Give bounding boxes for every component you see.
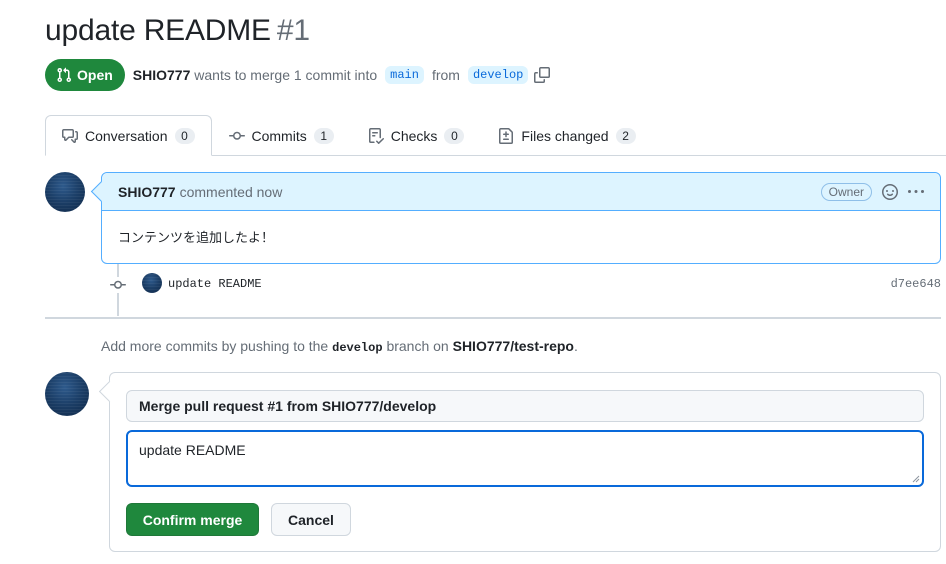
tab-commits-count: 1 [313,127,334,144]
commit-author-avatar[interactable] [142,273,162,293]
pr-tabs: Conversation 0 Commits 1 Checks 0 Files … [45,115,946,156]
git-commit-icon [228,131,245,140]
owner-badge: Owner [820,182,872,201]
merge-title-input[interactable]: Merge pull request #1 from SHIO777/devel… [126,390,924,422]
comment-discussion-icon [62,128,78,143]
comment-author-link[interactable]: SHIO777 [118,184,176,200]
tab-conversation-count: 0 [174,127,195,144]
merge-message-text: update README [139,442,246,458]
tab-checks[interactable]: Checks 0 [351,115,482,156]
tab-conversation-label: Conversation [85,127,168,144]
state-label: Open [77,67,113,83]
push-hint-prefix: Add more commits by pushing to the [101,338,329,354]
tab-conversation[interactable]: Conversation 0 [45,115,212,156]
resize-grip-icon[interactable] [912,475,920,483]
push-hint-middle: branch on [386,338,449,354]
avatar[interactable] [45,172,85,212]
tab-commits[interactable]: Commits 1 [212,115,351,156]
pr-meta: Open SHIO777 wants to merge 1 commit int… [45,59,551,91]
confirm-merge-button[interactable]: Confirm merge [126,503,259,536]
pr-title-text: update README [45,14,271,47]
repo-link[interactable]: SHIO777/test-repo [453,338,574,354]
kebab-horizontal-icon[interactable] [908,184,924,200]
comment-body: コンテンツを追加したよ！ [118,231,275,246]
comment-action[interactable]: commented now [180,184,283,200]
tab-files-changed-label: Files changed [521,127,609,144]
from-text: from [431,67,460,83]
push-hint: Add more commits by pushing to the devel… [101,338,578,355]
timeline-divider [45,317,941,319]
tab-files-changed-count: 2 [615,127,636,144]
tab-checks-count: 0 [444,127,465,144]
checklist-icon [368,127,384,144]
push-hint-suffix: . [573,338,578,354]
merge-box: Merge pull request #1 from SHIO777/devel… [109,372,941,552]
comment-box: SHIO777 commented now Owner コンテンツを追加したよ！ [101,172,941,264]
merge-text: wants to merge 1 commit into [194,67,378,83]
file-diff-icon [499,127,514,144]
current-user-avatar[interactable] [45,372,89,416]
copy-icon[interactable] [534,67,551,83]
commit-message-link[interactable]: update README [168,277,262,291]
comment-header: SHIO777 commented now Owner [102,173,940,211]
merge-message-textarea[interactable]: update README [126,430,924,487]
smiley-icon[interactable] [882,183,898,200]
head-branch-label[interactable]: develop [467,66,529,84]
pr-author-link[interactable]: SHIO777 [133,67,191,83]
git-commit-icon [110,277,126,293]
state-badge: Open [45,59,125,91]
base-branch-label[interactable]: main [385,66,424,84]
tab-checks-label: Checks [390,127,438,144]
pr-number: #1 [276,14,310,47]
git-pull-request-icon [57,67,72,83]
commit-sha-link[interactable]: d7ee648 [891,277,941,291]
pr-title: update README #1 [45,14,310,48]
tab-files-changed[interactable]: Files changed 2 [481,115,652,156]
cancel-button[interactable]: Cancel [271,503,351,536]
tab-commits-label: Commits [251,127,307,144]
push-hint-branch: develop [332,341,383,355]
